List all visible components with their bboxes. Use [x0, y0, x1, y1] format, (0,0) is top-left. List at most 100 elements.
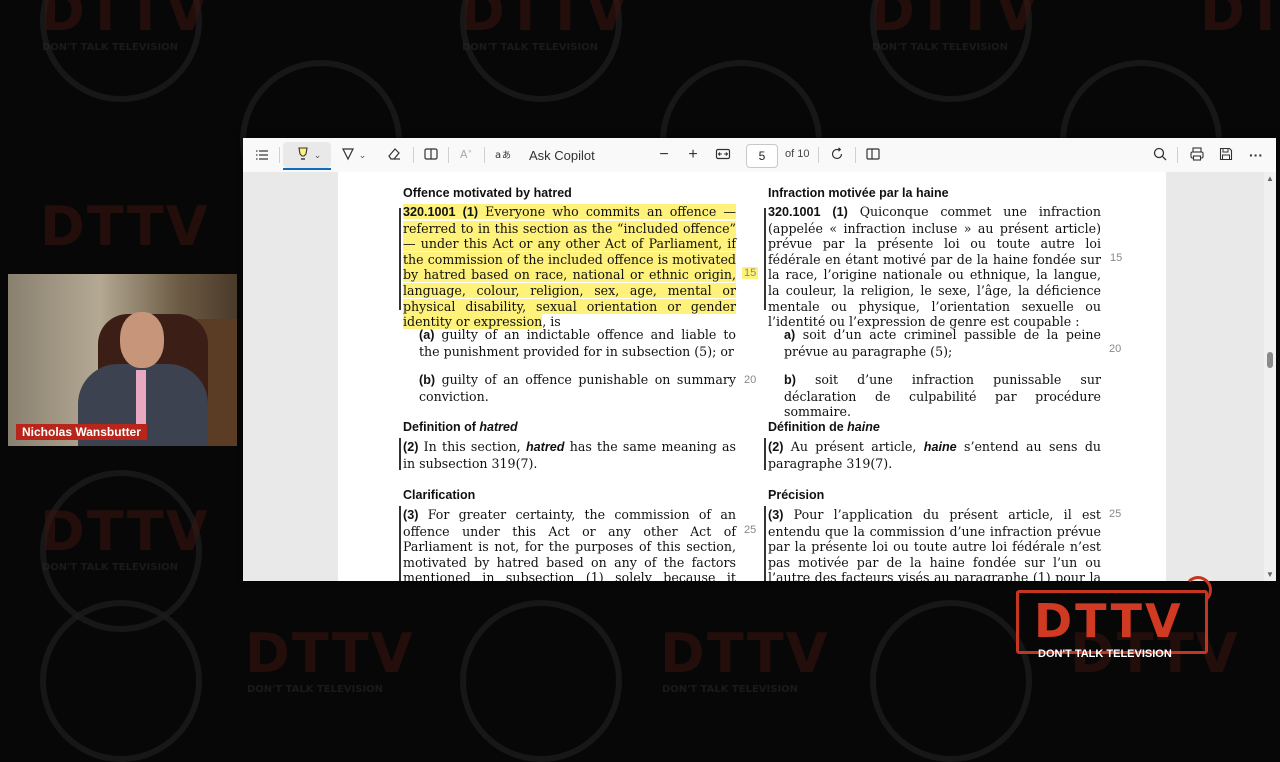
- save-button[interactable]: [1215, 143, 1237, 167]
- text-box-button[interactable]: [420, 143, 442, 167]
- item-label: (a): [419, 328, 435, 342]
- ask-copilot-button[interactable]: Ask Copilot: [529, 143, 599, 167]
- webcam-person-head: [120, 312, 164, 368]
- svg-text:A: A: [460, 148, 468, 161]
- line-number: 20: [1109, 343, 1122, 355]
- fr-item-b: b) soit d’une infraction punissable sur …: [784, 372, 1101, 420]
- more-icon: ···: [1249, 147, 1263, 163]
- line-number: 15: [742, 267, 759, 279]
- svg-text:»: »: [468, 148, 472, 155]
- line-number: 15: [1110, 252, 1123, 264]
- toolbar-separator: [818, 147, 819, 163]
- read-aloud-icon: A»: [458, 146, 474, 165]
- document-area[interactable]: Offence motivated by hatred 320.1001 (1)…: [243, 172, 1276, 581]
- fr-paragraph-1: 320.1001 (1) Quiconque commet une infrac…: [768, 204, 1101, 330]
- highlight-active-indicator: [283, 168, 331, 170]
- margin-bar: [764, 438, 766, 470]
- en-item-b: (b) guilty of an offence punishable on s…: [419, 372, 736, 404]
- minus-icon: −: [659, 146, 669, 163]
- zoom-out-button[interactable]: −: [653, 143, 675, 167]
- margin-bar: [764, 506, 766, 581]
- read-aloud-button[interactable]: A»: [455, 143, 477, 167]
- en-paragraph-3: (3) For greater certainty, the commissio…: [403, 507, 736, 581]
- logo-text: DTTV: [1034, 594, 1184, 648]
- pdf-page: Offence motivated by hatred 320.1001 (1)…: [338, 172, 1166, 581]
- translate-icon: aあ: [495, 146, 511, 165]
- broadcast-wave-icon: [1184, 576, 1212, 604]
- rotate-button[interactable]: [826, 143, 848, 167]
- svg-text:あ: あ: [502, 150, 511, 161]
- fr-heading-definition: Définition de haine: [768, 420, 880, 434]
- draw-button[interactable]: ⌄: [335, 143, 371, 167]
- speaker-name-tag: Nicholas Wansbutter: [16, 424, 147, 440]
- fr-heading-precision: Précision: [768, 488, 825, 502]
- toolbar-separator: [855, 147, 856, 163]
- toolbar-separator: [413, 147, 414, 163]
- toolbar-separator: [1177, 147, 1178, 163]
- scroll-down-icon[interactable]: ▼: [1266, 570, 1274, 579]
- page-total-label: of 10: [785, 148, 810, 160]
- page-view-icon: [865, 146, 881, 165]
- fit-width-icon: [715, 146, 731, 165]
- fr-item-a: a) soit d’un acte criminel passible de l…: [784, 327, 1101, 359]
- margin-bar: [399, 208, 401, 310]
- item-text: guilty of an indictable offence and liab…: [419, 327, 736, 359]
- section-number: 320.1001: [403, 205, 456, 219]
- highlighter-icon: [295, 146, 311, 165]
- watermark-seal: [40, 600, 202, 762]
- highlighted-text: Everyone who commits an offence — referr…: [403, 204, 736, 330]
- en-heading-offence: Offence motivated by hatred: [403, 186, 572, 200]
- watermark-seal: [870, 600, 1032, 762]
- rotate-icon: [829, 146, 845, 165]
- chevron-down-icon: ⌄: [313, 149, 322, 160]
- zoom-in-button[interactable]: +: [682, 143, 704, 167]
- highlight-button[interactable]: ⌄: [287, 143, 329, 167]
- pdf-viewer-window: ⌄ ⌄ A» aあ Ask Copilot − + 5 of 10 ··· Of…: [243, 138, 1276, 581]
- eraser-icon: [386, 146, 402, 165]
- subsection-number: (1): [462, 205, 479, 219]
- print-button[interactable]: [1186, 143, 1208, 167]
- watermark-tile: DTTV DON'T TALK TELEVISION: [660, 622, 830, 695]
- page-view-button[interactable]: [862, 143, 884, 167]
- translate-button[interactable]: aあ: [492, 143, 514, 167]
- chevron-down-icon: ⌄: [358, 149, 367, 160]
- line-number: 25: [744, 524, 757, 536]
- fr-heading-infraction: Infraction motivée par la haine: [768, 186, 949, 200]
- search-button[interactable]: [1149, 143, 1171, 167]
- page-number-input[interactable]: 5: [746, 144, 778, 168]
- item-label: (b): [419, 373, 436, 387]
- watermark-tile: DTTV DON'T TALK TELEVISION: [40, 0, 210, 53]
- watermark-seal: [460, 600, 622, 762]
- fit-width-button[interactable]: [712, 143, 734, 167]
- search-icon: [1152, 146, 1168, 165]
- vertical-scrollbar[interactable]: ▲ ▼: [1264, 172, 1276, 581]
- print-icon: [1189, 146, 1205, 165]
- watermark-tile: DTTV DON'T TALK TELEVISION: [40, 500, 210, 573]
- webcam-person-tie: [136, 370, 146, 430]
- scroll-up-icon[interactable]: ▲: [1266, 174, 1274, 183]
- en-heading-clarification: Clarification: [403, 488, 476, 502]
- logo-subtitle: DON'T TALK TELEVISION: [1038, 648, 1172, 660]
- fr-paragraph-3: (3) Pour l’application du présent articl…: [768, 507, 1101, 581]
- en-paragraph-1: 320.1001 (1) Everyone who commits an off…: [403, 204, 736, 330]
- en-paragraph-2: (2) In this section, hatred has the same…: [403, 439, 736, 471]
- line-number: 20: [744, 374, 757, 386]
- margin-bar: [399, 438, 401, 470]
- watermark-tile: DTTV DON'T TALK TELEVISION: [245, 622, 415, 695]
- pdf-toolbar: ⌄ ⌄ A» aあ Ask Copilot − + 5 of 10 ···: [243, 138, 1276, 173]
- toolbar-separator: [484, 147, 485, 163]
- en-item-a: (a) guilty of an indictable offence and …: [419, 327, 736, 359]
- line-number: 25: [1109, 508, 1122, 520]
- fr-paragraph-2: (2) Au présent article, haine s’entend a…: [768, 439, 1101, 471]
- toolbar-separator: [448, 147, 449, 163]
- erase-button[interactable]: [383, 143, 405, 167]
- watermark-tile: DTTV DON'T TALK TELEVISION: [460, 0, 630, 53]
- plus-icon: +: [688, 146, 698, 163]
- en-heading-definition: Definition of hatred: [403, 420, 518, 434]
- ask-copilot-label: Ask Copilot: [529, 147, 595, 163]
- watermark-tile: DTTV: [1200, 0, 1280, 43]
- more-options-button[interactable]: ···: [1245, 143, 1267, 167]
- scrollbar-thumb[interactable]: [1267, 352, 1273, 368]
- watermark-tile: DTTV DON'T TALK TELEVISION: [870, 0, 1040, 53]
- list-icon[interactable]: [251, 143, 273, 167]
